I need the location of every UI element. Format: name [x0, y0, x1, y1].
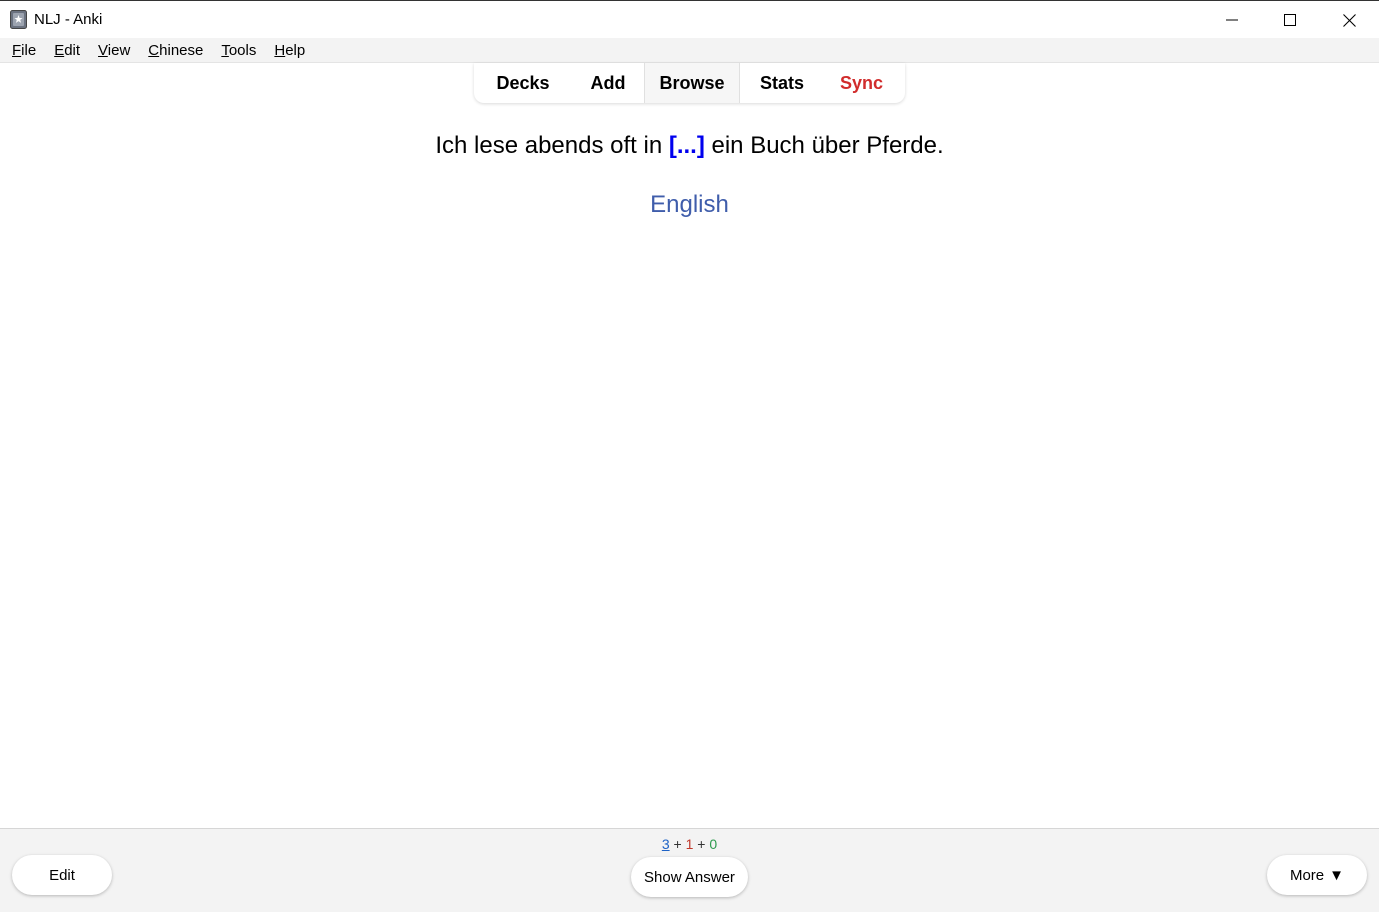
menu-view[interactable]: View [90, 42, 138, 59]
maximize-icon [1284, 14, 1296, 26]
main-toolbar: Decks Add Browse Stats Sync [474, 63, 905, 103]
edit-button[interactable]: Edit [12, 855, 112, 895]
review-count: 0 [709, 836, 718, 852]
cloze-deletion: [...] [668, 132, 705, 159]
toolbar-decks-button[interactable]: Decks [474, 63, 572, 103]
toolbar-add-button[interactable]: Add [572, 63, 644, 103]
triangle-down-icon: ▼ [1329, 866, 1345, 884]
menu-edit[interactable]: Edit [46, 42, 88, 59]
review-counts: 3 + 1 + 0 [0, 836, 1379, 852]
count-separator: + [673, 836, 682, 852]
menu-help[interactable]: Help [266, 42, 313, 59]
show-answer-button[interactable]: Show Answer [631, 857, 748, 897]
close-button[interactable] [1320, 1, 1378, 39]
toolbar-stats-button[interactable]: Stats [740, 63, 824, 103]
more-button-label: More [1289, 866, 1325, 884]
toolbar-sync-button[interactable]: Sync [824, 63, 899, 103]
maximize-button[interactable] [1261, 1, 1319, 39]
window-title: NLJ - Anki [34, 11, 103, 28]
learn-count: 1 [685, 836, 694, 852]
menu-bar: File Edit View Chinese Tools Help [0, 38, 1379, 63]
card-text-after: ein Buch über Pferde. [704, 132, 944, 159]
card-text-before: Ich lese abends oft in [435, 132, 669, 159]
menu-chinese[interactable]: Chinese [140, 42, 211, 59]
new-count: 3 [661, 836, 670, 852]
close-icon [1342, 13, 1356, 27]
bottom-bar: 3 + 1 + 0 Edit Show Answer More ▼ [0, 828, 1379, 912]
minimize-icon [1226, 19, 1238, 21]
more-button[interactable]: More ▼ [1267, 855, 1367, 895]
card-language-hint: English [650, 191, 729, 218]
menu-tools[interactable]: Tools [213, 42, 264, 59]
menu-file[interactable]: File [4, 42, 44, 59]
minimize-button[interactable] [1203, 1, 1261, 39]
count-separator: + [697, 836, 706, 852]
card-question: Ich lese abends oft in [...] ein Buch üb… [0, 132, 1379, 160]
anki-app-icon [10, 10, 27, 29]
title-bar: NLJ - Anki [0, 0, 1379, 38]
toolbar-browse-button[interactable]: Browse [644, 63, 740, 103]
